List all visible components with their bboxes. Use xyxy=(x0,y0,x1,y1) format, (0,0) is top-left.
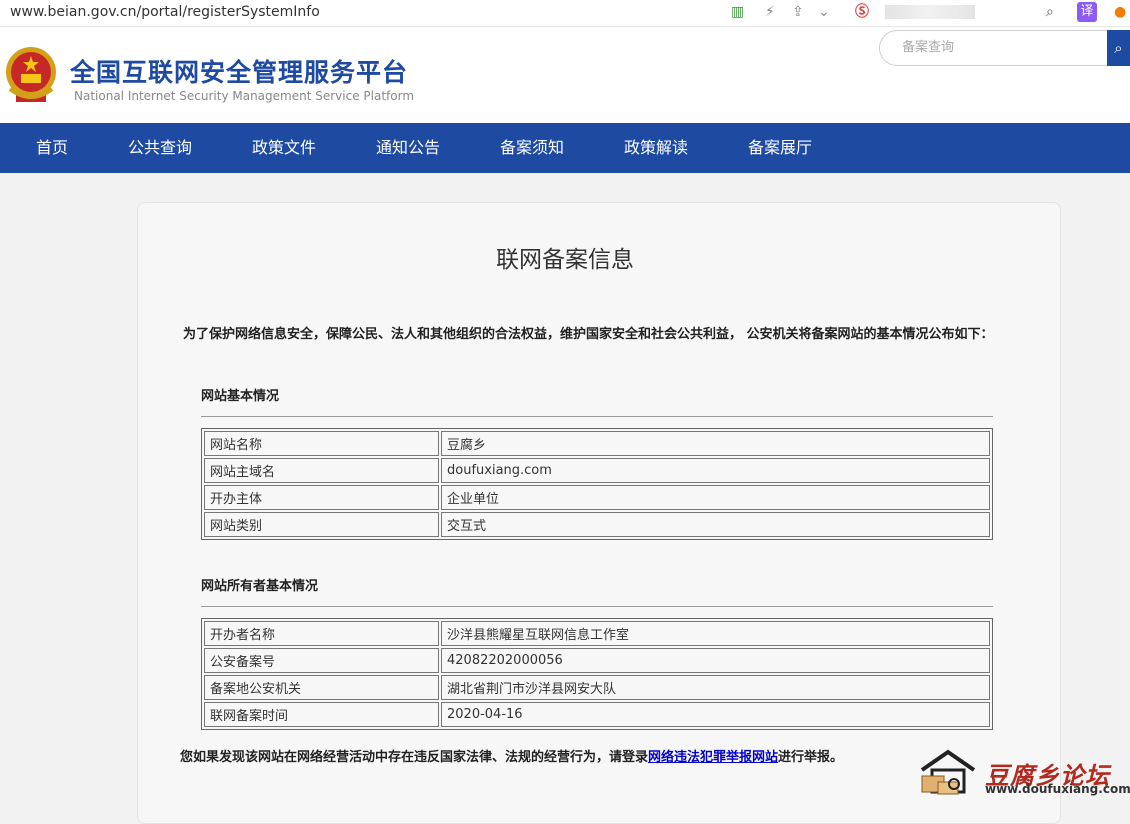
row-value: 交互式 xyxy=(441,512,990,537)
extension-icon[interactable]: ● xyxy=(1114,4,1126,20)
table-row: 开办者名称 沙洋县熊耀星互联网信息工作室 xyxy=(204,621,990,646)
nav-item-notices[interactable]: 通知公告 xyxy=(376,123,440,173)
row-value: 豆腐乡 xyxy=(441,431,990,456)
main-nav: 首页 公共查询 政策文件 通知公告 备案须知 政策解读 备案展厅 xyxy=(0,123,1130,173)
search-button[interactable]: ⌕ xyxy=(1107,30,1130,66)
chevron-down-icon[interactable]: ⌄ xyxy=(818,4,830,20)
table-row: 备案地公安机关 湖北省荆门市沙洋县网安大队 xyxy=(204,675,990,700)
search-icon[interactable]: ⌕ xyxy=(1046,4,1054,20)
report-notice: 您如果发现该网站在网络经营活动中存在违反国家法律、法规的经营行为，请登录网络违法… xyxy=(180,746,843,765)
row-label: 网站主域名 xyxy=(204,458,439,483)
search-icon: ⌕ xyxy=(1114,39,1123,57)
row-value: 42082202000056 xyxy=(441,648,990,673)
house-logo-icon xyxy=(920,749,976,795)
report-link[interactable]: 网络违法犯罪举报网站 xyxy=(648,750,778,765)
row-label: 网站类别 xyxy=(204,512,439,537)
reader-mode-icon[interactable]: ▥ xyxy=(731,4,744,20)
nav-item-policy-docs[interactable]: 政策文件 xyxy=(252,123,316,173)
intro-text: 为了保护网络信息安全，保障公民、法人和其他组织的合法权益，维护国家安全和社会公共… xyxy=(183,327,994,342)
row-value: 企业单位 xyxy=(441,485,990,510)
table-row: 网站主域名 doufuxiang.com xyxy=(204,458,990,483)
browser-toolbar: www.beian.gov.cn/portal/registerSystemIn… xyxy=(0,0,1130,27)
report-prefix: 您如果发现该网站在网络经营活动中存在违反国家法律、法规的经营行为，请登录 xyxy=(180,750,649,765)
sogou-icon[interactable]: Ⓢ xyxy=(855,4,869,20)
section-title-owner-basic: 网站所有者基本情况 xyxy=(201,579,319,594)
page-title: 联网备案信息 xyxy=(496,247,634,273)
search-box xyxy=(879,30,1130,66)
row-value: 沙洋县熊耀星互联网信息工作室 xyxy=(441,621,990,646)
row-value: doufuxiang.com xyxy=(441,458,990,483)
lightning-icon[interactable]: ⚡ xyxy=(765,4,775,20)
search-input[interactable] xyxy=(900,39,1104,56)
nav-item-policy-interpretation[interactable]: 政策解读 xyxy=(624,123,688,173)
table-row: 联网备案时间 2020-04-16 xyxy=(204,702,990,727)
table-row: 开办主体 企业单位 xyxy=(204,485,990,510)
report-suffix: 进行举报。 xyxy=(778,750,844,765)
row-label: 开办者名称 xyxy=(204,621,439,646)
translate-icon[interactable]: 译 xyxy=(1077,2,1097,22)
nav-item-filing-gallery[interactable]: 备案展厅 xyxy=(748,123,812,173)
row-value: 湖北省荆门市沙洋县网安大队 xyxy=(441,675,990,700)
nav-item-filing-guide[interactable]: 备案须知 xyxy=(500,123,564,173)
table-row: 网站名称 豆腐乡 xyxy=(204,431,990,456)
address-bar[interactable]: www.beian.gov.cn/portal/registerSystemIn… xyxy=(10,4,320,20)
row-label: 公安备案号 xyxy=(204,648,439,673)
table-row: 公安备案号 42082202000056 xyxy=(204,648,990,673)
row-label: 联网备案时间 xyxy=(204,702,439,727)
nav-item-public-query[interactable]: 公共查询 xyxy=(128,123,192,173)
site-basic-table: 网站名称 豆腐乡 网站主域名 doufuxiang.com 开办主体 企业单位 … xyxy=(201,428,993,540)
blurred-area xyxy=(885,5,975,19)
watermark-url: www.doufuxiang.com xyxy=(985,782,1130,796)
divider xyxy=(201,606,993,607)
row-label: 网站名称 xyxy=(204,431,439,456)
national-emblem-icon xyxy=(6,47,56,102)
site-subtitle: National Internet Security Management Se… xyxy=(74,89,415,103)
share-icon[interactable]: ⇪ xyxy=(792,4,804,20)
row-label: 备案地公安机关 xyxy=(204,675,439,700)
divider xyxy=(201,416,993,417)
row-value: 2020-04-16 xyxy=(441,702,990,727)
owner-basic-table: 开办者名称 沙洋县熊耀星互联网信息工作室 公安备案号 4208220200005… xyxy=(201,618,993,730)
row-label: 开办主体 xyxy=(204,485,439,510)
table-row: 网站类别 交互式 xyxy=(204,512,990,537)
site-title: 全国互联网安全管理服务平台 xyxy=(70,58,409,87)
section-title-site-basic: 网站基本情况 xyxy=(201,389,280,404)
nav-item-home[interactable]: 首页 xyxy=(36,123,68,173)
